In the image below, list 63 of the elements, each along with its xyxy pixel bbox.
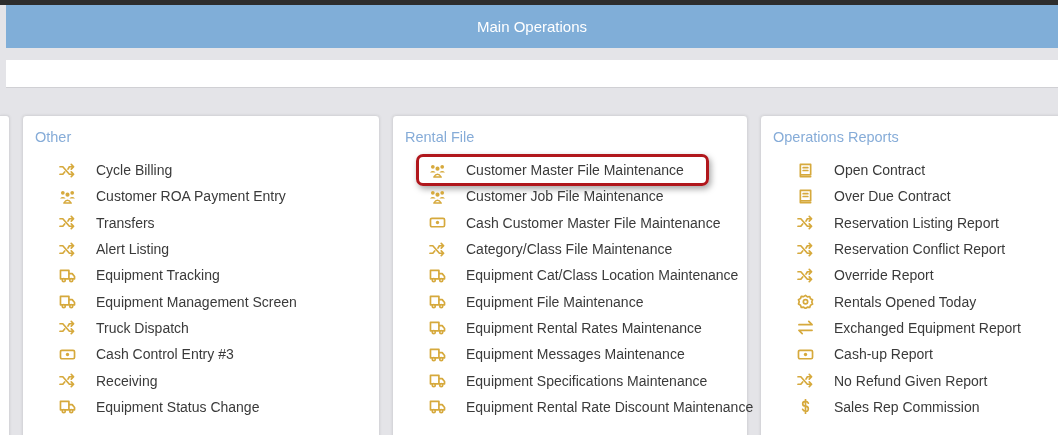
menu-item[interactable]: Equipment Cat/Class Location Maintenance — [416, 262, 764, 289]
menu-item[interactable]: Customer ROA Payment Entry — [46, 183, 311, 210]
truck-icon — [429, 320, 446, 336]
shuffle-icon — [59, 215, 76, 231]
shuffle-icon — [797, 215, 814, 231]
menu-item[interactable]: Equipment File Maintenance — [416, 288, 669, 315]
menu-item[interactable]: Cash Customer Master File Maintenance — [416, 209, 746, 236]
truck-icon — [429, 346, 446, 362]
menu-item[interactable]: Transfers — [46, 209, 180, 236]
truck-icon — [429, 267, 446, 283]
truck-icon — [429, 373, 446, 389]
users-icon — [59, 188, 76, 204]
document-icon — [797, 188, 814, 204]
document-icon — [797, 162, 814, 178]
menu-item[interactable]: Equipment Management Screen — [46, 288, 322, 315]
shuffle-icon — [797, 373, 814, 388]
menu-item[interactable]: Exchanged Equipment Report — [784, 314, 1046, 342]
menu-item[interactable]: Equipment Messages Maintenance — [416, 341, 710, 368]
menu-item[interactable]: Category/Class File Maintenance — [416, 235, 698, 263]
menu-item[interactable]: Equipment Rental Rate Discount Maintenance — [416, 393, 779, 420]
menu-item[interactable]: Equipment Tracking — [46, 262, 245, 289]
shuffle-icon — [429, 241, 446, 257]
exchange-arrows-icon — [797, 320, 814, 336]
users-icon — [429, 188, 446, 204]
menu-item[interactable]: Sales Rep Commission — [784, 393, 1005, 420]
panel-title: Rental File — [404, 128, 476, 145]
settings-icon — [797, 294, 814, 310]
menu-item[interactable]: Open Contract — [784, 157, 951, 184]
truck-icon — [59, 294, 76, 310]
shuffle-icon — [59, 373, 76, 388]
menu-item[interactable]: Customer Master File Maintenance — [416, 154, 709, 186]
menu-item[interactable]: Alert Listing — [46, 235, 195, 263]
menu-item[interactable]: Reservation Conflict Report — [784, 235, 1031, 263]
shuffle-icon — [797, 241, 814, 257]
menu-item[interactable]: Equipment Specifications Maintenance — [416, 367, 733, 394]
menu-item[interactable]: Equipment Rental Rates Maintenance — [416, 314, 727, 342]
banknote-icon — [797, 346, 814, 362]
menu-item[interactable]: Override Report — [784, 262, 959, 289]
banknote-icon — [59, 346, 76, 362]
shuffle-icon — [59, 162, 76, 178]
menu-item[interactable]: Reservation Listing Report — [784, 209, 1024, 236]
users-icon — [429, 162, 446, 178]
menu-item[interactable]: Receiving — [46, 367, 183, 394]
menu-item[interactable]: Cash-up Report — [784, 341, 958, 368]
shuffle-icon — [59, 241, 76, 257]
page-title: Main Operations — [476, 18, 588, 35]
panel-title: Operations Reports — [772, 128, 900, 145]
menu-item[interactable]: Cycle Billing — [46, 157, 198, 184]
shuffle-icon — [797, 267, 814, 283]
truck-icon — [429, 399, 446, 415]
menu-item[interactable]: Over Due Contract — [784, 183, 976, 210]
truck-icon — [429, 294, 446, 310]
menu-item[interactable]: Truck Dispatch — [46, 314, 214, 342]
menu-item[interactable]: Customer Job File Maintenance — [416, 183, 689, 210]
banknote-icon — [429, 215, 446, 231]
truck-icon — [59, 267, 76, 283]
panel-title: Other — [34, 128, 73, 145]
menu-item[interactable]: Cash Control Entry #3 — [46, 341, 259, 368]
truck-icon — [59, 399, 76, 415]
shuffle-icon — [59, 320, 76, 336]
menu-item[interactable]: Rentals Opened Today — [784, 288, 1002, 315]
menu-item[interactable]: Equipment Status Change — [46, 393, 285, 420]
menu-item[interactable]: No Refund Given Report — [784, 367, 1013, 394]
